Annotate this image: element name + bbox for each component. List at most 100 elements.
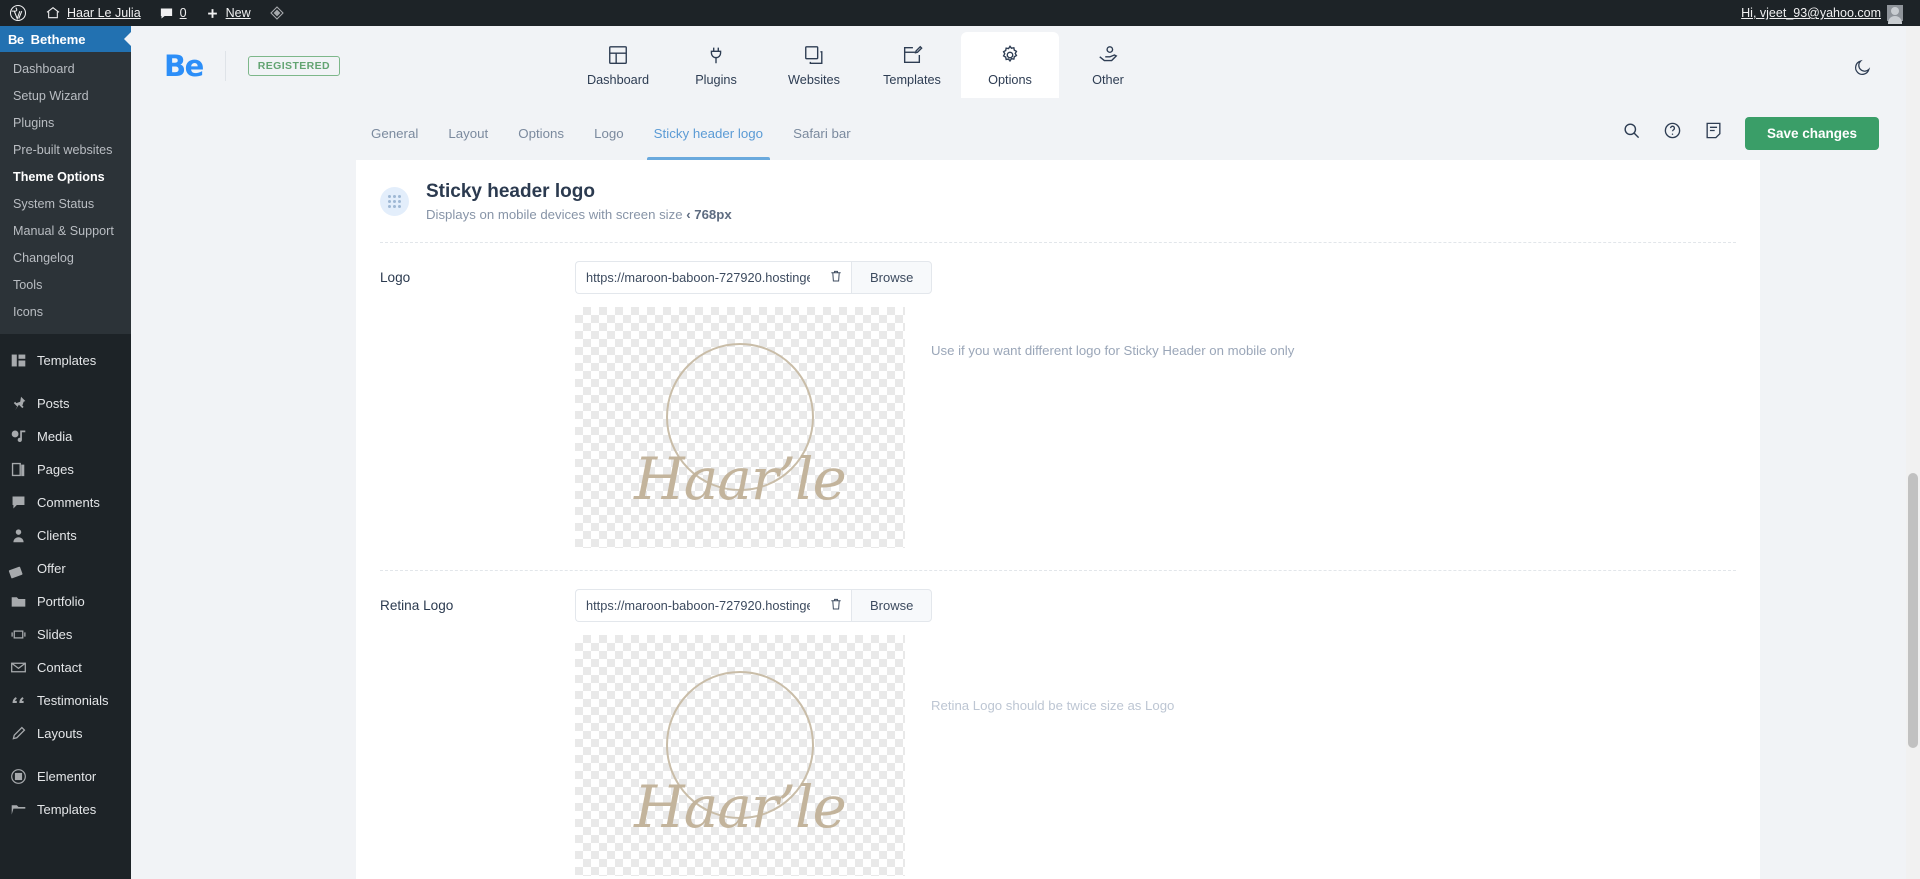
submenu-item-system-status[interactable]: System Status [0, 191, 131, 218]
submenu-item-setup-wizard[interactable]: Setup Wizard [0, 83, 131, 110]
sidebar-item-elementor[interactable]: Elementor [0, 760, 131, 793]
betheme-main-nav: Dashboard Plugins Websites Templates Opt… [569, 32, 1157, 98]
logo-wordmark: Haar’le [634, 445, 847, 513]
sidebar-item-testimonials[interactable]: Testimonials [0, 684, 131, 717]
logo-input-group: Browse [575, 261, 933, 294]
field-row-logo: Logo Browse Use if you want different lo… [356, 243, 1760, 358]
envelope-icon [9, 658, 28, 677]
nav-item-websites[interactable]: Websites [765, 32, 863, 98]
submenu-item-dashboard[interactable]: Dashboard [0, 56, 131, 83]
sidebar-item-label: Contact [37, 659, 82, 675]
wp-admin-sidebar: Be Betheme Dashboard Setup Wizard Plugin… [0, 26, 131, 879]
submenu-item-theme-options[interactable]: Theme Options [0, 164, 131, 191]
avatar [1887, 5, 1903, 24]
betheme-brand-group: Be REGISTERED [131, 49, 341, 83]
sidebar-item-label: Testimonials [37, 692, 109, 708]
sidebar-item-label: Pages [37, 461, 74, 477]
retina-logo-browse-button[interactable]: Browse [851, 589, 933, 622]
retina-logo-delete-button[interactable] [820, 589, 851, 622]
sidebar-item-elementor-templates[interactable]: Templates [0, 793, 131, 826]
tab-layout[interactable]: Layout [433, 106, 503, 160]
save-changes-button[interactable]: Save changes [1744, 116, 1879, 150]
sidebar-item-label: Offer [37, 560, 66, 576]
betheme-logo: Be [164, 49, 204, 83]
field-control: Browse [575, 589, 933, 622]
wordpress-logo-button[interactable] [0, 0, 36, 26]
comment-bubble-icon [9, 493, 28, 512]
help-circle-icon[interactable] [1663, 121, 1682, 145]
betheme-label: Betheme [30, 31, 86, 47]
sidebar-item-comments[interactable]: Comments [0, 486, 131, 519]
nav-item-options[interactable]: Options [961, 32, 1059, 98]
tab-label: General [371, 125, 419, 141]
page-scrollbar-thumb[interactable] [1908, 473, 1918, 748]
submenu-item-icons[interactable]: Icons [0, 299, 131, 326]
nav-item-plugins[interactable]: Plugins [667, 32, 765, 98]
toolbar-actions: Save changes [1622, 106, 1920, 160]
media-icon [9, 427, 28, 446]
submenu-item-pre-built-websites[interactable]: Pre-built websites [0, 137, 131, 164]
tab-logo[interactable]: Logo [579, 106, 639, 160]
plus-icon [205, 6, 220, 21]
nav-item-dashboard[interactable]: Dashboard [569, 32, 667, 98]
tab-label: Logo [594, 125, 624, 141]
logo-wordmark: Haar’le [634, 773, 847, 841]
sidebar-item-layouts[interactable]: Layouts [0, 717, 131, 750]
hand-user-icon [1097, 44, 1119, 66]
notes-icon[interactable] [1704, 121, 1723, 145]
sidebar-item-portfolio[interactable]: Portfolio [0, 585, 131, 618]
new-content-button[interactable]: New [196, 0, 260, 26]
nav-item-templates[interactable]: Templates [863, 32, 961, 98]
sidebar-item-slides[interactable]: Slides [0, 618, 131, 651]
sidebar-item-templates-grid[interactable]: Templates [0, 344, 131, 377]
user-icon [9, 526, 28, 545]
diamond-icon [269, 5, 285, 21]
tab-options[interactable]: Options [503, 106, 579, 160]
wp-admin-bar: Haar Le Julia 0 New Hi, vjeet_93@yahoo.c… [0, 0, 1920, 26]
site-name-label: Haar Le Julia [67, 6, 141, 20]
sidebar-item-posts[interactable]: Posts [0, 387, 131, 420]
comments-button[interactable]: 0 [150, 0, 196, 26]
sidebar-item-media[interactable]: Media [0, 420, 131, 453]
submenu-item-changelog[interactable]: Changelog [0, 245, 131, 272]
betheme-content-area: Sticky header logo Displays on mobile de… [131, 160, 1920, 879]
section-header: Sticky header logo Displays on mobile de… [356, 160, 1760, 242]
submenu-item-tools[interactable]: Tools [0, 272, 131, 299]
page-scrollbar-track[interactable] [1906, 26, 1920, 879]
account-menu-button[interactable]: Hi, vjeet_93@yahoo.com [1732, 0, 1912, 26]
templates-grid-icon [9, 351, 28, 370]
pin-icon [9, 394, 28, 413]
betheme-topbar: Be REGISTERED Dashboard Plugins Websites… [131, 26, 1920, 106]
sidebar-item-pages[interactable]: Pages [0, 453, 131, 486]
sidebar-item-offer[interactable]: Offer [0, 552, 131, 585]
sidebar-item-clients[interactable]: Clients [0, 519, 131, 552]
menu-divider [0, 750, 131, 760]
field-row-retina-logo: Retina Logo Browse Retina Logo should be… [356, 571, 1760, 713]
logo-browse-button[interactable]: Browse [851, 261, 933, 294]
page-title: Sticky header logo [426, 181, 595, 202]
sidebar-item-contact[interactable]: Contact [0, 651, 131, 684]
search-icon[interactable] [1622, 121, 1641, 145]
logo-delete-button[interactable] [820, 261, 851, 294]
drag-grip-icon[interactable] [380, 186, 409, 216]
nav-item-other[interactable]: Other [1059, 32, 1157, 98]
tab-general[interactable]: General [356, 106, 433, 160]
sidebar-item-label: Comments [37, 494, 100, 510]
logo-url-input[interactable] [575, 261, 820, 294]
tab-sticky-header-logo[interactable]: Sticky header logo [639, 106, 778, 160]
sidebar-item-label: Templates [37, 801, 97, 817]
retina-logo-url-input[interactable] [575, 589, 820, 622]
betheme-tabbar: General Layout Options Logo Sticky heade… [131, 106, 1920, 160]
tab-safari-bar[interactable]: Safari bar [778, 106, 866, 160]
sidebar-item-betheme[interactable]: Be Betheme [0, 26, 131, 52]
dashboard-grid-icon [607, 44, 629, 66]
site-name-button[interactable]: Haar Le Julia [36, 0, 150, 26]
retina-logo-hint: Retina Logo should be twice size as Logo [931, 698, 1175, 713]
elementor-adminbar-button[interactable] [260, 0, 294, 26]
submenu-item-manual-support[interactable]: Manual & Support [0, 218, 131, 245]
dark-mode-toggle[interactable] [1853, 58, 1872, 82]
sidebar-item-label: Templates [37, 352, 97, 368]
retina-logo-preview-image: Haar’le [575, 635, 905, 876]
submenu-item-plugins[interactable]: Plugins [0, 110, 131, 137]
sidebar-item-label: Media [37, 428, 73, 444]
